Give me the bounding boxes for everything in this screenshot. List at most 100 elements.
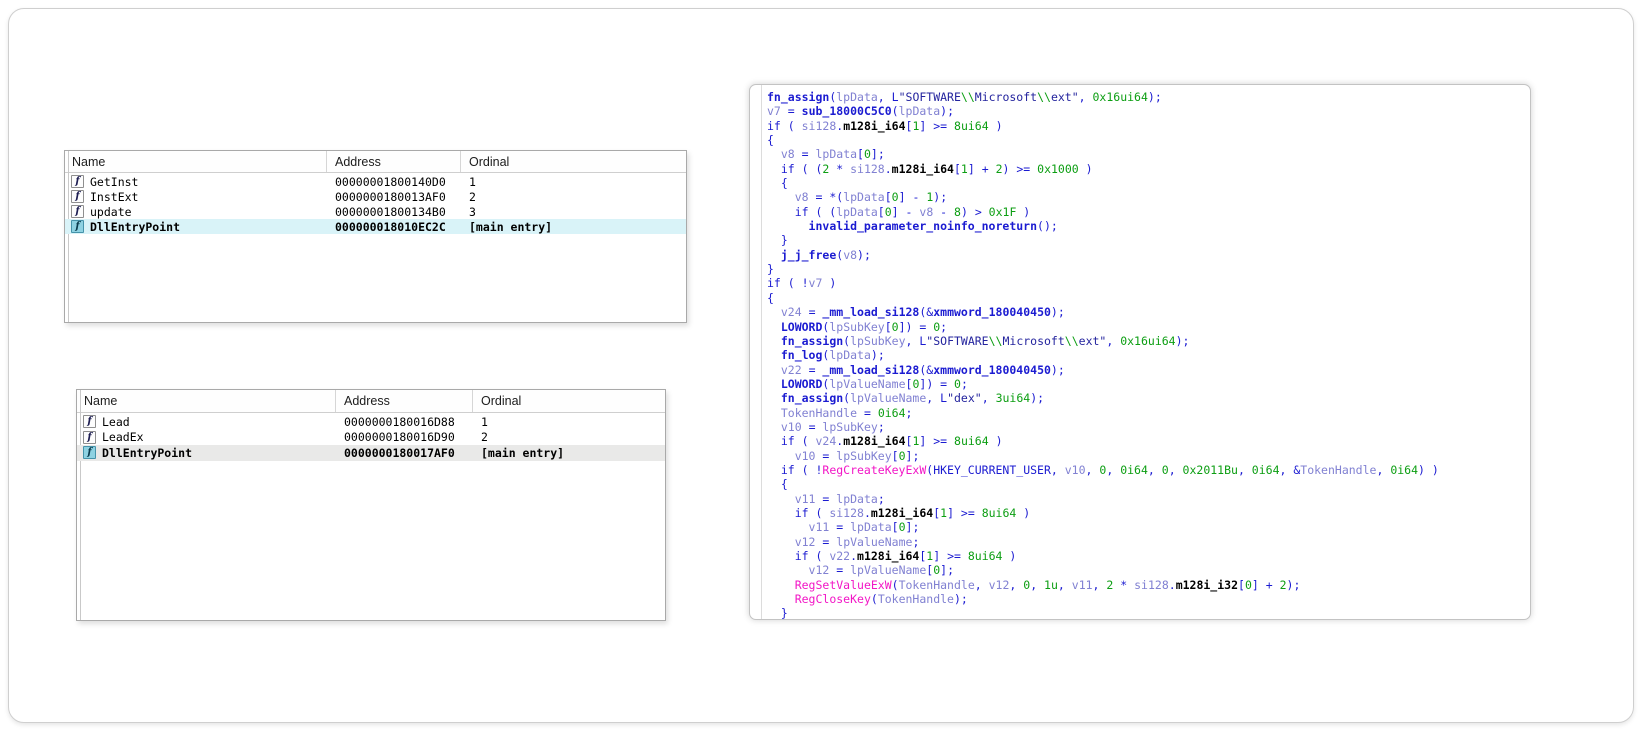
code-token: if ( <box>767 434 816 449</box>
code-token: \\ <box>1037 90 1051 104</box>
code-line: if ( !v7 ) <box>767 276 1530 290</box>
table-row[interactable]: f DllEntryPoint 0000000180017AF0 [main entr… <box>77 445 665 461</box>
code-token: >= <box>954 505 982 520</box>
code-token: ); <box>1147 90 1162 104</box>
code-line: { <box>767 133 1530 147</box>
pseudocode-text[interactable]: fn_assign(lpData, L"SOFTWARE\\Microsoft\… <box>750 85 1530 619</box>
code-token: ]; <box>905 520 920 535</box>
code-line: LOWORD(lpValueName[0]) = 0; <box>767 377 1530 391</box>
column-header-ordinal[interactable]: Ordinal <box>473 390 665 412</box>
code-token: fn_assign <box>780 391 844 406</box>
code-token: ext" <box>1078 333 1107 348</box>
code-token: . <box>1168 577 1176 592</box>
export-name-cell: f Lead <box>77 415 336 429</box>
code-token: lpValueName <box>836 534 913 549</box>
code-token: ); <box>870 348 885 363</box>
code-token: ) > <box>960 204 989 219</box>
code-token: v24 <box>780 305 802 320</box>
export-address: 00000001800140D0 <box>335 174 446 189</box>
code-token: v12 <box>988 577 1010 592</box>
function-icon: f <box>83 446 96 460</box>
pseudocode-panel[interactable]: fn_assign(lpData, L"SOFTWARE\\Microsoft\… <box>749 84 1531 620</box>
code-token: [ <box>857 147 864 162</box>
export-name: DllEntryPoint <box>102 445 193 460</box>
table-row[interactable]: f update 00000001800134B0 3 <box>65 204 686 219</box>
table-row[interactable]: f GetInst 00000001800140D0 1 <box>65 174 686 189</box>
code-token: 0i64 <box>1120 462 1148 477</box>
column-header-name[interactable]: Name <box>77 390 336 412</box>
code-token: RegCreateKeyExW <box>822 462 927 477</box>
code-token: ) ) <box>1418 462 1439 477</box>
code-token: 0i64 <box>1251 462 1280 477</box>
column-header-address[interactable]: Address <box>327 151 461 172</box>
code-token: LOWORD <box>780 319 823 334</box>
code-token: 0 <box>954 376 961 391</box>
code-line: if ( si128.m128i_i64[1] >= 8ui64 ) <box>767 506 1530 520</box>
table-row[interactable]: f DllEntryPoint 000000018010EC2C [main entr… <box>65 219 686 234</box>
table-row[interactable]: f InstExt 0000000180013AF0 2 <box>65 189 686 204</box>
code-token: , <box>974 577 989 592</box>
code-token: 3ui64 <box>995 391 1031 406</box>
code-token: if ( ! <box>767 276 809 291</box>
code-token: , <box>1009 577 1024 592</box>
export-address: 0000000180016D90 <box>344 430 455 445</box>
code-token: TokenHandle <box>898 577 975 592</box>
function-icon: f <box>71 175 84 188</box>
code-token: lpSubKey <box>822 419 878 434</box>
code-token: ); <box>933 190 948 205</box>
table-row[interactable]: f LeadEx 0000000180016D90 2 <box>77 430 665 446</box>
exports-list-body[interactable]: f GetInst 00000001800140D0 1 f InstExt 0000000… <box>65 174 686 322</box>
code-token: m128i_i64 <box>891 161 954 176</box>
code-token: [ <box>953 161 961 176</box>
column-header-ordinal[interactable]: Ordinal <box>461 151 686 172</box>
code-token: m128i_i64 <box>843 118 906 133</box>
code-token: HKEY_CURRENT_USER <box>933 462 1051 477</box>
code-line: fn_log(lpData); <box>767 348 1530 362</box>
code-token: if ( <box>767 118 802 133</box>
code-token: 0 <box>884 204 892 219</box>
code-token: lpData <box>829 348 871 363</box>
code-token: . <box>884 161 892 176</box>
code-line: v8 = *(lpData[0] - 1); <box>767 190 1530 204</box>
code-token: fn_assign <box>780 333 844 348</box>
exports-list-body[interactable]: f Lead 0000000180016D88 1 f LeadEx 00000001800… <box>77 414 665 620</box>
code-token: >= <box>940 549 968 563</box>
code-token: if ( ( <box>767 161 823 176</box>
code-token: ]; <box>940 563 955 578</box>
code-token: 0 <box>898 448 906 463</box>
code-token: ); <box>1175 333 1190 348</box>
code-token: lpValueName <box>850 391 927 406</box>
column-header-address[interactable]: Address <box>336 390 473 412</box>
code-token: = <box>801 419 823 434</box>
code-token: 1 <box>960 161 968 176</box>
export-name: update <box>90 204 132 219</box>
code-token: lpData <box>898 104 941 119</box>
code-line: v12 = lpValueName; <box>767 535 1530 549</box>
code-token: ) <box>988 118 1003 133</box>
code-token: = <box>815 491 837 506</box>
code-line: TokenHandle = 0i64; <box>767 406 1530 420</box>
code-line: if ( !RegCreateKeyExW(HKEY_CURRENT_USER,… <box>767 463 1530 477</box>
function-icon: f <box>71 190 84 203</box>
code-line: j_j_free(v8); <box>767 248 1530 262</box>
code-line: RegSetValueExW(TokenHandle, v12, 0, 1u, … <box>767 578 1530 592</box>
code-token: Microsoft <box>974 90 1038 104</box>
table-row[interactable]: f Lead 0000000180016D88 1 <box>77 414 665 430</box>
code-token: fn_assign <box>767 90 830 104</box>
code-token: ); <box>1030 391 1045 406</box>
export-name-cell: f LeadEx <box>77 430 336 444</box>
code-token: j_j_free <box>780 247 837 262</box>
code-token: si128 <box>829 505 864 520</box>
code-token: = <box>815 448 837 463</box>
export-address: 000000018010EC2C <box>335 219 446 234</box>
column-header-name[interactable]: Name <box>65 151 327 172</box>
code-token: (); <box>1037 219 1058 234</box>
code-token: 0x16ui64 <box>1120 333 1176 348</box>
